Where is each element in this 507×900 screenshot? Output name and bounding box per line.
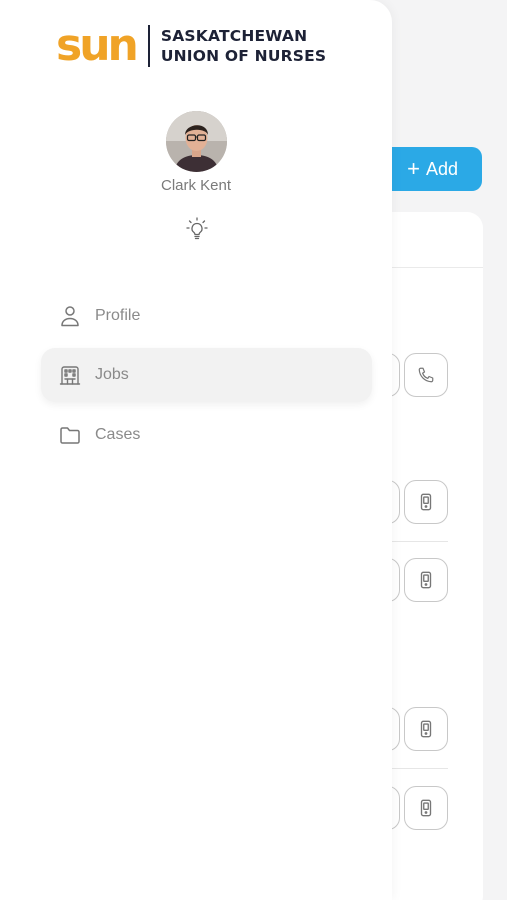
mobile-button[interactable]: [404, 558, 448, 602]
call-button[interactable]: [404, 353, 448, 397]
logo-mark: sun: [56, 20, 139, 71]
lightbulb-icon[interactable]: [186, 217, 208, 241]
avatar-image: [166, 111, 227, 172]
logo-divider: [147, 25, 150, 67]
nav-item-jobs[interactable]: Jobs: [41, 348, 372, 402]
user-name: Clark Kent: [160, 177, 232, 194]
mobile-button[interactable]: [404, 786, 448, 830]
nav-label-profile: Profile: [95, 307, 141, 324]
mobile-phone-icon: [420, 493, 432, 511]
mobile-phone-icon: [420, 571, 432, 589]
logo-line-1: SASKATCHEWAN: [160, 27, 308, 45]
phone-icon: [418, 367, 434, 383]
app-screen: + Add sun SASKATCHEWAN UNION OF NURSES C…: [0, 0, 507, 900]
mobile-phone-icon: [420, 720, 432, 738]
mobile-button[interactable]: [404, 480, 448, 524]
avatar[interactable]: [166, 111, 227, 172]
sun-logo: sun SASKATCHEWAN UNION OF NURSES: [56, 24, 326, 68]
building-icon: [59, 364, 81, 386]
logo-text: SASKATCHEWAN UNION OF NURSES: [161, 26, 326, 66]
navigation-drawer: sun SASKATCHEWAN UNION OF NURSES Clark K…: [0, 0, 392, 900]
person-icon: [59, 305, 81, 327]
plus-icon: +: [407, 156, 420, 181]
logo-line-2: UNION OF NURSES: [160, 47, 327, 65]
nav-item-cases[interactable]: Cases: [41, 408, 372, 462]
nav-label-jobs: Jobs: [95, 366, 129, 383]
mobile-button[interactable]: [404, 707, 448, 751]
nav-label-cases: Cases: [95, 426, 141, 443]
mobile-phone-icon: [420, 799, 432, 817]
folder-icon: [59, 424, 81, 446]
add-button-label: Add: [425, 158, 458, 179]
nav-item-profile[interactable]: Profile: [41, 289, 372, 343]
